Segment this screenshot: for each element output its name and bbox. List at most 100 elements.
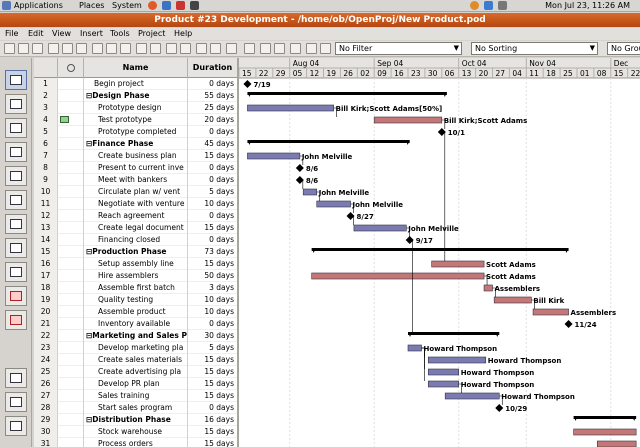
table-row[interactable]: 30 Stock warehouse 15 days (34, 426, 237, 438)
task-bar[interactable] (444, 392, 500, 400)
table-row[interactable]: 27 Sales training 15 days (34, 390, 237, 402)
critical-task-bar[interactable] (311, 272, 485, 280)
firefox-launcher-icon[interactable] (148, 1, 157, 10)
task-duration[interactable]: 0 days (188, 318, 237, 330)
task-duration[interactable]: 0 days (188, 78, 237, 90)
applications-menu-icon[interactable] (2, 1, 11, 10)
task-name-cell[interactable]: Create legal document (84, 222, 188, 234)
projects-view-icon[interactable] (5, 238, 27, 258)
table-row[interactable]: 14 Financing closed 0 days (34, 234, 237, 246)
summary-bar[interactable] (247, 92, 447, 95)
task-duration[interactable]: 25 days (188, 102, 237, 114)
task-duration[interactable]: 20 days (188, 114, 237, 126)
task-bar[interactable] (427, 368, 459, 376)
critical-task-bar[interactable] (532, 308, 569, 316)
calendar-icon[interactable] (244, 43, 255, 54)
critical-task-bar[interactable] (573, 428, 637, 436)
critical-task-bar[interactable] (483, 284, 493, 292)
header-indicators[interactable] (58, 58, 84, 78)
task-duration[interactable]: 0 days (188, 402, 237, 414)
help-launcher-icon[interactable] (176, 1, 185, 10)
task-duration[interactable]: 10 days (188, 198, 237, 210)
task-duration[interactable]: 50 days (188, 270, 237, 282)
task-duration[interactable]: 3 days (188, 282, 237, 294)
pdf-icon[interactable] (76, 43, 87, 54)
table-row[interactable]: 6 ⊟Finance Phase 45 days (34, 138, 237, 150)
task-name-cell[interactable]: ⊟Finance Phase (84, 138, 188, 150)
task-name-cell[interactable]: ⊟Production Phase (84, 246, 188, 258)
task-duration[interactable]: 15 days (188, 426, 237, 438)
task-name-cell[interactable]: Assemble first batch (84, 282, 188, 294)
table-row[interactable]: 9 Meet with bankers 0 days (34, 174, 237, 186)
milestone-date-label[interactable]: 8/6 (306, 177, 318, 185)
table-row[interactable]: 1 Begin project 0 days (34, 78, 237, 90)
print-preview-icon[interactable] (62, 43, 73, 54)
task-duration[interactable]: 45 days (188, 138, 237, 150)
print-icon[interactable] (48, 43, 59, 54)
critical-task-bar[interactable] (493, 296, 532, 304)
resource-sheet-icon[interactable] (5, 310, 27, 330)
gantt-view-icon[interactable] (5, 70, 27, 90)
table-row[interactable]: 29 ⊟Distribution Phase 16 days (34, 414, 237, 426)
menu-edit[interactable]: Edit (28, 29, 44, 38)
table-row[interactable]: 23 Develop marketing pla 5 days (34, 342, 237, 354)
task-duration[interactable]: 15 days (188, 438, 237, 447)
table-row[interactable]: 18 Assemble first batch 3 days (34, 282, 237, 294)
zoom-out-icon[interactable] (274, 43, 285, 54)
table-row[interactable]: 2 ⊟Design Phase 55 days (34, 90, 237, 102)
resource-view-icon[interactable] (5, 190, 27, 210)
table-row[interactable]: 16 Setup assembly line 15 days (34, 258, 237, 270)
table-row[interactable]: 5 Prototype completed 0 days (34, 126, 237, 138)
mail-launcher-icon[interactable] (162, 1, 171, 10)
task-duration[interactable]: 10 days (188, 306, 237, 318)
table-row[interactable]: 17 Hire assemblers 50 days (34, 270, 237, 282)
places-menu[interactable]: Places (79, 1, 104, 10)
paste-icon[interactable] (120, 43, 131, 54)
task-name-cell[interactable]: Negotiate with venture (84, 198, 188, 210)
scroll-to-task-icon[interactable] (290, 43, 301, 54)
task-name-cell[interactable]: Sales training (84, 390, 188, 402)
task-name-cell[interactable]: Create business plan (84, 150, 188, 162)
applications-menu[interactable]: Applications (14, 1, 63, 10)
menu-help[interactable]: Help (174, 29, 192, 38)
histogram-icon[interactable] (5, 368, 27, 388)
resource-usage-icon[interactable] (5, 166, 27, 186)
table-row[interactable]: 8 Present to current inve 0 days (34, 162, 237, 174)
task-name-cell[interactable]: Start sales program (84, 402, 188, 414)
task-name-cell[interactable]: Test prototype (84, 114, 188, 126)
menu-tools[interactable]: Tools (110, 29, 130, 38)
task-bar[interactable] (427, 356, 487, 364)
table-row[interactable]: 4 Test prototype 20 days (34, 114, 237, 126)
table-row[interactable]: 28 Start sales program 0 days (34, 402, 237, 414)
table-row[interactable]: 3 Prototype design 25 days (34, 102, 237, 114)
new-icon[interactable] (4, 43, 15, 54)
volume-tray-icon[interactable] (498, 1, 507, 10)
zoom-in-icon[interactable] (260, 43, 271, 54)
group-select[interactable]: No Grou (607, 42, 640, 55)
filter-select[interactable]: No Filter ▼ (335, 42, 462, 55)
milestone-date-label[interactable]: 7/19 (253, 81, 270, 89)
milestone-marker[interactable] (564, 320, 573, 328)
milestone-marker[interactable] (243, 80, 252, 88)
task-bar[interactable] (316, 200, 351, 208)
indent-icon[interactable] (196, 43, 207, 54)
task-usage-detail-icon[interactable] (5, 416, 27, 436)
task-name-cell[interactable]: Prototype design (84, 102, 188, 114)
task-duration[interactable]: 0 days (188, 174, 237, 186)
critical-task-bar[interactable] (431, 260, 485, 268)
report-icon[interactable] (5, 262, 27, 282)
milestone-date-label[interactable]: 10/1 (448, 129, 465, 137)
task-name-cell[interactable]: Create sales materials (84, 354, 188, 366)
summary-bar[interactable] (311, 248, 569, 251)
critical-task-bar[interactable] (373, 116, 443, 124)
task-duration[interactable]: 15 days (188, 366, 237, 378)
wbs-view-icon[interactable] (5, 118, 27, 138)
link-icon[interactable] (166, 43, 177, 54)
task-duration[interactable]: 0 days (188, 210, 237, 222)
task-name-cell[interactable]: Prototype completed (84, 126, 188, 138)
table-row[interactable]: 19 Quality testing 10 days (34, 294, 237, 306)
task-name-cell[interactable]: Process orders (84, 438, 188, 447)
task-duration[interactable]: 16 days (188, 414, 237, 426)
table-row[interactable]: 11 Negotiate with venture 10 days (34, 198, 237, 210)
header-name[interactable]: Name (84, 58, 188, 78)
